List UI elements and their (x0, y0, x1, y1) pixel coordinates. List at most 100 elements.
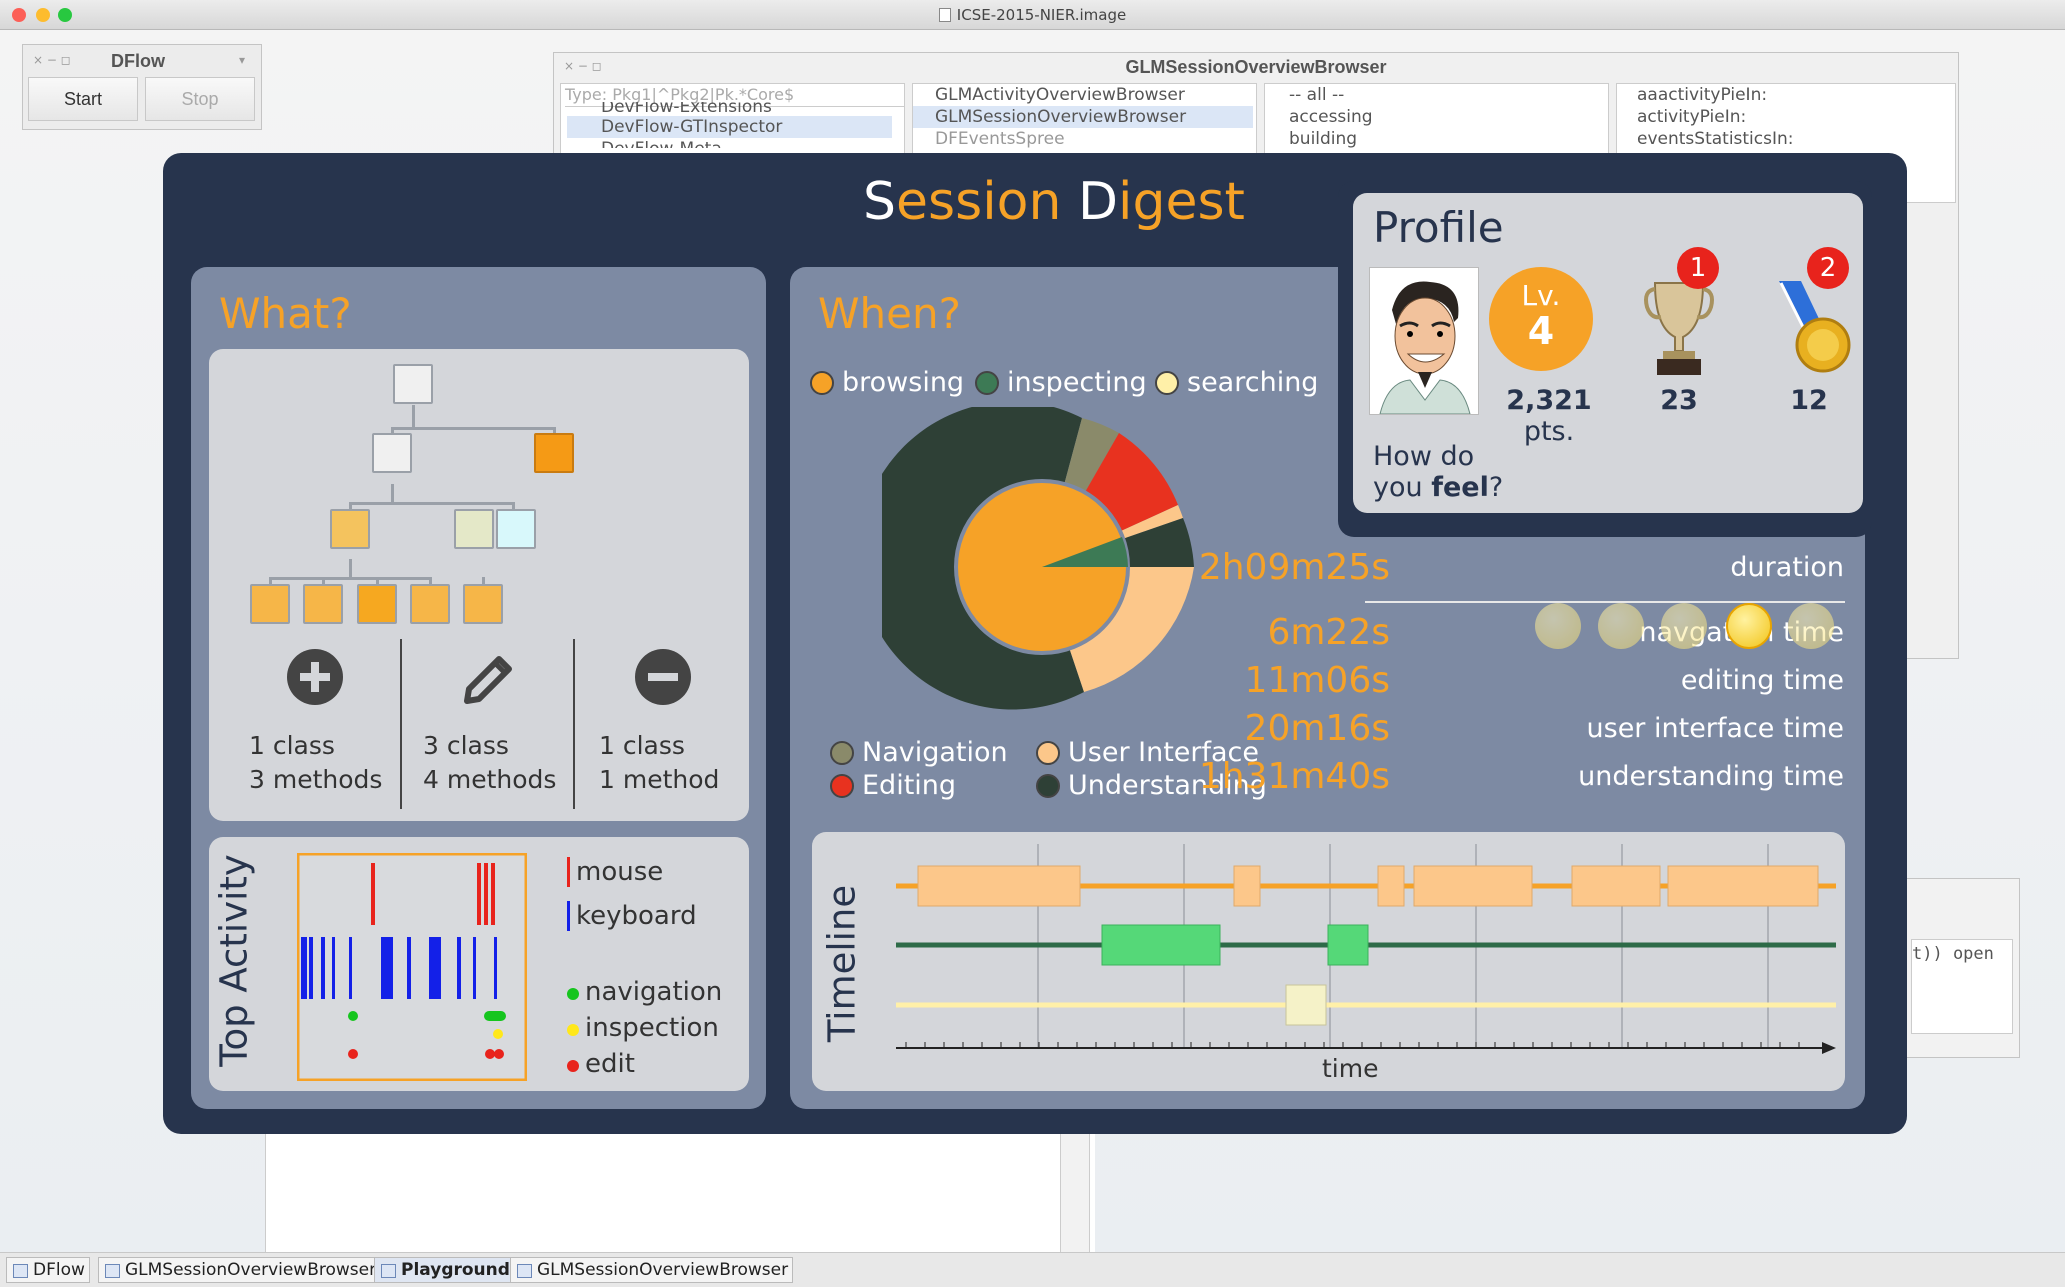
timeline-block (1377, 865, 1405, 907)
mood-sad-icon[interactable] (1598, 603, 1644, 649)
tree-node-method (250, 584, 290, 624)
tree-node-method (303, 584, 343, 624)
add-icon (287, 649, 343, 705)
legend-keyboard: keyboard (567, 901, 697, 931)
class-item-selected[interactable]: GLMSessionOverviewBrowser (913, 106, 1253, 128)
taskbar-item-dflow[interactable]: DFlow (6, 1257, 90, 1283)
what-heading: What? (219, 289, 352, 338)
navigation-time-value: 6m22s (1267, 612, 1390, 653)
pencil-icon (464, 656, 512, 704)
legend-inspecting: inspecting (975, 367, 1147, 398)
taskbar-item-playground[interactable]: Playground (374, 1257, 515, 1283)
change-tree-panel: 1 class 3 methods 3 class 4 methods 1 cl… (209, 349, 749, 821)
tree-node-class-removed (496, 509, 536, 549)
panel-controls-icon[interactable]: × − ◻ (33, 53, 71, 67)
legend-browsing: browsing (810, 367, 964, 398)
session-digest-panel: Session Digest What? 1 class 3 methods 3… (163, 153, 1907, 1134)
legend-inspection: inspection (567, 1013, 719, 1043)
editing-time-label: editing time (1680, 665, 1844, 696)
added-methods: 3 methods (249, 765, 383, 794)
level-badge: Lv. 4 (1489, 267, 1593, 371)
window-title: ICSE-2015-NIER.image (0, 6, 2065, 24)
removed-methods: 1 method (599, 765, 720, 794)
duration-label: duration (1730, 552, 1844, 583)
level-prefix: Lv. (1521, 279, 1561, 312)
timeline-block (1571, 865, 1661, 907)
timeline-block (1285, 984, 1327, 1026)
legend-mouse: mouse (567, 857, 663, 887)
package-item-selected[interactable]: DevFlow-GTInspector (567, 116, 892, 138)
remove-icon (635, 649, 691, 705)
timeline-block (1667, 865, 1819, 907)
timeline-block (1327, 924, 1369, 966)
legend-edit: edit (567, 1049, 635, 1079)
class-item[interactable]: GLMActivityOverviewBrowser (935, 84, 1185, 106)
avatar[interactable] (1369, 267, 1479, 415)
timeline-block (1101, 924, 1221, 966)
top-activity-heading: Top Activity (212, 854, 256, 1067)
when-heading: When? (818, 289, 961, 338)
timeline-block (917, 865, 1081, 907)
tree-node-method (357, 584, 397, 624)
code-editor[interactable]: t)) open (1911, 939, 2013, 1034)
mood-very-happy-icon[interactable] (1788, 603, 1834, 649)
method-item[interactable]: activityPieIn: (1637, 106, 1746, 128)
trophy-badge: 1 (1677, 247, 1719, 289)
package-item[interactable]: DevFlow-Extensions (601, 102, 772, 112)
time-axis-label: time (1322, 1054, 1379, 1083)
protocol-item[interactable]: accessing (1289, 106, 1373, 128)
taskbar-item-session-browser-2[interactable]: GLMSessionOverviewBrowser (510, 1257, 794, 1283)
stop-button[interactable]: Stop (145, 77, 255, 121)
avatar-face-icon (1379, 281, 1471, 415)
class-item[interactable]: DFEventsSpree (935, 128, 1065, 150)
removed-classes: 1 class (599, 731, 685, 760)
protocol-item[interactable]: building (1289, 128, 1357, 150)
protocol-item[interactable]: -- all -- (1289, 84, 1344, 106)
window-titlebar: ICSE-2015-NIER.image (0, 0, 2065, 30)
ui-time-label: user interface time (1586, 713, 1844, 744)
understanding-time-value: 1h31m40s (1198, 756, 1390, 797)
metrics-divider (1365, 601, 1845, 603)
mood-very-sad-icon[interactable] (1535, 603, 1581, 649)
legend-searching: searching (1155, 367, 1318, 398)
trophy-count: 23 (1660, 385, 1698, 416)
tree-node-method (410, 584, 450, 624)
tree-node-method (463, 584, 503, 624)
dflow-panel: × − ◻ DFlow ▾ Start Stop (22, 44, 262, 130)
medal-badge: 2 (1807, 247, 1849, 289)
medal-count: 12 (1790, 385, 1828, 416)
ui-time-value: 20m16s (1244, 708, 1390, 749)
top-activity-panel: Top Activity mouse keyboard navigation i… (209, 837, 749, 1091)
level-number: 4 (1527, 309, 1555, 353)
timeline-block (1233, 865, 1261, 907)
what-card: What? 1 class 3 methods 3 class 4 method… (191, 267, 766, 1109)
mood-happy-icon[interactable] (1726, 603, 1772, 649)
taskbar-item-session-browser[interactable]: GLMSessionOverviewBrowser (98, 1257, 382, 1283)
mood-neutral-icon[interactable] (1661, 603, 1707, 649)
legend-navigation: navigation (567, 977, 722, 1007)
tree-node-class (372, 433, 412, 473)
method-item[interactable]: aaactivityPieIn: (1637, 84, 1767, 106)
trophy-icon (1644, 282, 1714, 375)
timeline-panel: Timeline time (812, 832, 1845, 1091)
timeline-chart (896, 844, 1836, 1054)
feel-prompt: How do you feel? (1373, 441, 1504, 503)
understanding-time-label: understanding time (1578, 761, 1844, 792)
chevron-down-icon[interactable]: ▾ (239, 53, 245, 67)
added-classes: 1 class (249, 731, 335, 760)
duration-value: 2h09m25s (1198, 547, 1390, 588)
playground-panel: t)) open (1905, 878, 2020, 1058)
document-icon (938, 8, 951, 22)
method-item[interactable]: eventsStatisticsIn: (1637, 128, 1794, 150)
editing-time-value: 11m06s (1244, 660, 1390, 701)
code-fragment: t)) open (1912, 944, 1994, 964)
package-item[interactable]: DevFlow-Meta (601, 138, 722, 148)
digest-title: Session Digest (863, 172, 1245, 232)
activity-strip (297, 853, 527, 1081)
start-button[interactable]: Start (28, 77, 138, 121)
points: 2,321 pts. (1506, 385, 1592, 447)
dflow-title: DFlow (111, 51, 165, 71)
profile-heading: Profile (1373, 203, 1504, 252)
modified-classes: 3 class (423, 731, 509, 760)
code-pane (265, 1134, 1095, 1252)
